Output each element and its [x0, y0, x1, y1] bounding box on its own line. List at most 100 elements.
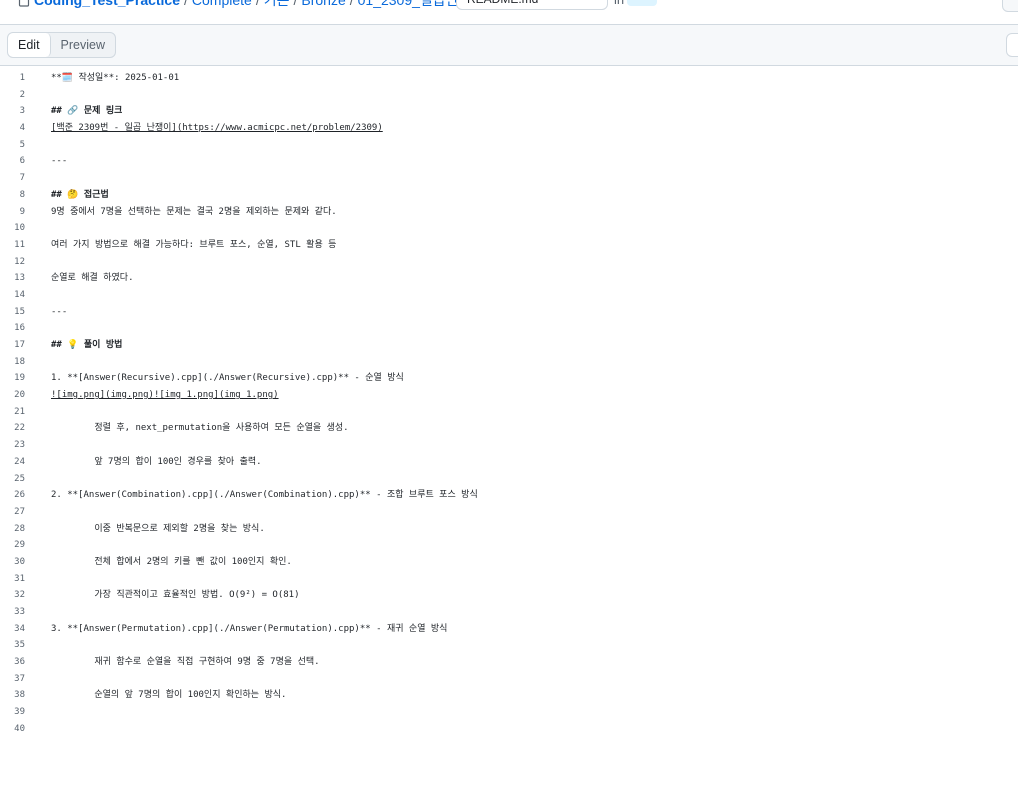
editor-options-button[interactable]: [1006, 33, 1018, 57]
code-line-text[interactable]: ---: [51, 304, 67, 321]
code-line-text[interactable]: ![img.png](img.png)![img_1.png](img_1.pn…: [51, 387, 279, 404]
breadcrumb-segment[interactable]: Complete: [192, 0, 252, 8]
code-line[interactable]: 40: [0, 721, 1018, 738]
code-line-text[interactable]: 2. **[Answer(Combination).cpp](./Answer(…: [51, 487, 478, 504]
code-line[interactable]: 27: [0, 504, 1018, 521]
breadcrumb-repo-link[interactable]: Coding_Test_Practice: [34, 0, 180, 8]
code-line-text[interactable]: ---: [51, 153, 67, 170]
line-number: 35: [14, 640, 25, 651]
code-editor[interactable]: 1 **🗓️ 작성일**: 2025-01-01 2 3 ## 🔗 문제 링크 4 [백준 …: [0, 70, 1018, 786]
code-line[interactable]: 12: [0, 254, 1018, 271]
line-number: 33: [14, 607, 25, 617]
code-line[interactable]: 7: [0, 170, 1018, 187]
breadcrumb: Coding_Test_Practice / Complete / 기본 / B…: [18, 0, 492, 8]
code-line-text[interactable]: 재귀 함수로 순열을 직접 구현하여 9명 중 7명을 선택.: [51, 654, 319, 671]
line-number: 38: [14, 690, 25, 701]
filename-input[interactable]: [456, 0, 608, 10]
line-number: 20: [14, 390, 25, 401]
code-line[interactable]: 17 ## 💡 풀이 방법: [0, 337, 1018, 354]
line-number: 29: [14, 540, 25, 551]
code-line[interactable]: 5: [0, 137, 1018, 154]
code-line[interactable]: 33: [0, 604, 1018, 621]
code-line-text[interactable]: 여러 가지 방법으로 해결 가능하다: 브루트 포스, 순열, STL 활용 등: [51, 237, 336, 254]
code-line[interactable]: 2: [0, 87, 1018, 104]
line-number: 27: [14, 506, 25, 517]
code-line-text[interactable]: 이중 반복문으로 제외할 2명을 찾는 방식.: [51, 521, 264, 538]
line-number: 8: [19, 189, 25, 200]
code-line[interactable]: 26 2. **[Answer(Combination).cpp](./Answe…: [0, 487, 1018, 504]
code-line[interactable]: 38 순열의 앞 7명의 합이 100인지 확인하는 방식.: [0, 687, 1018, 704]
line-number: 5: [19, 139, 25, 150]
breadcrumb-segment[interactable]: Bronze: [301, 0, 345, 8]
line-number: 36: [14, 657, 25, 668]
code-line[interactable]: 13 순열로 해결 하였다.: [0, 270, 1018, 287]
line-number: 14: [14, 289, 25, 300]
code-line[interactable]: 16: [0, 320, 1018, 337]
code-line[interactable]: 18: [0, 354, 1018, 371]
code-line-text[interactable]: 앞 7명의 합이 100인 경우를 찾아 출력.: [51, 454, 261, 471]
code-line[interactable]: 4 [백준 2309번 - 일곱 난쟁이](https://www.acmicpc…: [0, 120, 1018, 137]
code-line[interactable]: 10: [0, 220, 1018, 237]
line-number: 15: [14, 306, 25, 317]
code-line-text[interactable]: 9명 중에서 7명을 선택하는 문제는 결국 2명을 제외하는 문제와 같다.: [51, 204, 337, 221]
code-line[interactable]: 15 ---: [0, 304, 1018, 321]
code-line[interactable]: 6 ---: [0, 153, 1018, 170]
commit-button[interactable]: [1002, 0, 1018, 12]
code-line[interactable]: 28 이중 반복문으로 제외할 2명을 찾는 방식.: [0, 521, 1018, 538]
line-number: 23: [14, 440, 25, 451]
line-number: 24: [14, 456, 25, 467]
code-line-text[interactable]: 1. **[Answer(Recursive).cpp](./Answer(Re…: [51, 370, 404, 387]
code-line[interactable]: 25: [0, 471, 1018, 488]
editor-tabs: Edit Preview: [7, 32, 117, 58]
line-number: 30: [14, 556, 25, 567]
code-line[interactable]: 37: [0, 671, 1018, 688]
code-line[interactable]: 34 3. **[Answer(Permutation).cpp](./Answe…: [0, 621, 1018, 638]
code-line-text[interactable]: 가장 직관적이고 효율적인 방법. O(9²) = O(81): [51, 587, 299, 604]
code-line[interactable]: 31: [0, 571, 1018, 588]
line-number: 2: [19, 89, 25, 100]
code-line-text[interactable]: 정렬 후, next_permutation을 사용하여 모든 순열을 생성.: [51, 420, 348, 437]
code-line[interactable]: 39: [0, 704, 1018, 721]
code-line[interactable]: 35: [0, 637, 1018, 654]
tab-edit[interactable]: Edit: [8, 33, 51, 57]
code-line-text[interactable]: **🗓️ 작성일**: 2025-01-01: [51, 70, 179, 87]
code-line[interactable]: 22 정렬 후, next_permutation을 사용하여 모든 순열을 생…: [0, 420, 1018, 437]
line-number: 6: [19, 156, 25, 167]
code-line[interactable]: 36 재귀 함수로 순열을 직접 구현하여 9명 중 7명을 선택.: [0, 654, 1018, 671]
code-line-text[interactable]: ## 🔗 문제 링크: [51, 103, 122, 120]
code-line-text[interactable]: ## 💡 풀이 방법: [51, 337, 122, 354]
code-line-text[interactable]: [백준 2309번 - 일곱 난쟁이](https://www.acmicpc.…: [51, 120, 383, 137]
code-line[interactable]: 20 ![img.png](img.png)![img_1.png](img_1.…: [0, 387, 1018, 404]
code-line-text[interactable]: 순열로 해결 하였다.: [51, 270, 134, 287]
line-number: 31: [14, 573, 25, 584]
code-line[interactable]: 30 전체 합에서 2명의 키를 뺀 값이 100인지 확인.: [0, 554, 1018, 571]
line-number: 32: [14, 590, 25, 601]
code-line[interactable]: 11 여러 가지 방법으로 해결 가능하다: 브루트 포스, 순열, STL 활용…: [0, 237, 1018, 254]
code-line[interactable]: 3 ## 🔗 문제 링크: [0, 103, 1018, 120]
code-line-text[interactable]: 전체 합에서 2명의 키를 뺀 값이 100인지 확인.: [51, 554, 292, 571]
line-number: 3: [19, 106, 25, 117]
code-line[interactable]: 29: [0, 537, 1018, 554]
code-line[interactable]: 1 **🗓️ 작성일**: 2025-01-01: [0, 70, 1018, 87]
code-line[interactable]: 23: [0, 437, 1018, 454]
code-line-text[interactable]: 3. **[Answer(Permutation).cpp](./Answer(…: [51, 621, 447, 638]
code-line[interactable]: 32 가장 직관적이고 효율적인 방법. O(9²) = O(81): [0, 587, 1018, 604]
code-line-text[interactable]: ## 🤔 접근법: [51, 187, 109, 204]
code-line[interactable]: 8 ## 🤔 접근법: [0, 187, 1018, 204]
tab-preview[interactable]: Preview: [51, 33, 115, 57]
line-number: 28: [14, 523, 25, 534]
line-number: 4: [19, 123, 25, 134]
top-bar: Coding_Test_Practice / Complete / 기본 / B…: [0, 0, 1018, 25]
line-number: 21: [14, 406, 25, 417]
code-line[interactable]: 21: [0, 404, 1018, 421]
code-line[interactable]: 14: [0, 287, 1018, 304]
code-line[interactable]: 24 앞 7명의 합이 100인 경우를 찾아 출력.: [0, 454, 1018, 471]
line-number: 26: [14, 490, 25, 501]
breadcrumb-separator: /: [184, 0, 188, 8]
branch-chip[interactable]: [627, 0, 657, 6]
line-number: 39: [14, 707, 25, 718]
code-line[interactable]: 9 9명 중에서 7명을 선택하는 문제는 결국 2명을 제외하는 문제와 같다.: [0, 204, 1018, 221]
breadcrumb-segment[interactable]: 기본: [264, 0, 290, 10]
code-line-text[interactable]: 순열의 앞 7명의 합이 100인지 확인하는 방식.: [51, 687, 286, 704]
code-line[interactable]: 19 1. **[Answer(Recursive).cpp](./Answer(…: [0, 370, 1018, 387]
